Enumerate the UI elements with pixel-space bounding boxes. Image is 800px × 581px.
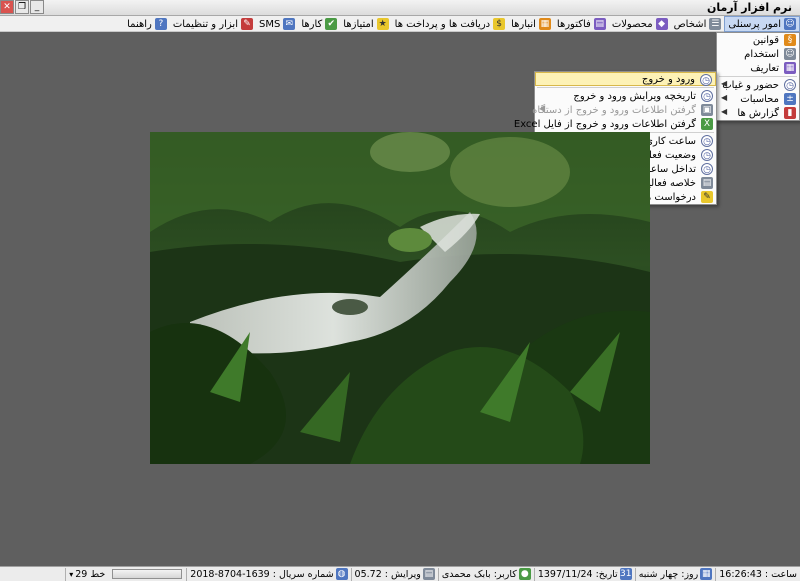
menu-item-9[interactable]: ✎ ابزار و تنظیمات <box>170 16 256 32</box>
user-icon: ● <box>518 568 531 580</box>
submenu-arrow-icon: ◀ <box>539 104 546 113</box>
personnel-menu-item-1[interactable]: ☺ استخدام <box>717 47 799 61</box>
menu-item-label: راهنما <box>127 18 152 30</box>
star-icon: ★ <box>376 18 389 30</box>
clock-icon: ◷ <box>701 149 713 161</box>
menu-separator <box>537 87 714 88</box>
menu-item-label: گرفتن اطلاعات ورود و خروج از فایل Excel <box>513 118 696 130</box>
status-serial: ◍ شماره سریال : 1639-8704-2018 <box>186 567 350 581</box>
box-icon: ◆ <box>655 18 668 30</box>
menu-item-label: تعاریف <box>750 62 779 74</box>
attendance-menu-item-3[interactable]: X گرفتن اطلاعات ورود و خروج از فایل Excel <box>514 117 716 131</box>
invoice-icon: ▤ <box>593 18 606 30</box>
personnel-menu-item-5[interactable]: ▮ گزارش ها ◀ <box>717 106 799 120</box>
status-version: ▤ ویرایش : 05.72 <box>350 567 438 581</box>
menu-item-6[interactable]: ★ امتیازها <box>340 16 391 32</box>
attendance-menu-item-2: ▣ گرفتن اطلاعات ورود و خروج از دستگاه ◀ <box>532 103 716 117</box>
menu-item-1[interactable]: ☰ اشخاص <box>671 16 725 32</box>
personnel-menu-item-4[interactable]: ± محاسبات ◀ <box>717 92 799 106</box>
warehouse-icon: ▦ <box>538 18 551 30</box>
menu-item-label: گرفتن اطلاعات ورود و خروج از دستگاه <box>532 104 696 116</box>
globe-icon: ◍ <box>335 568 348 580</box>
menu-item-2[interactable]: ◆ محصولات <box>609 16 671 32</box>
menu-item-4[interactable]: ▦ انبارها <box>508 16 554 32</box>
version-icon: ▤ <box>422 568 435 580</box>
hire-icon: ☺ <box>784 48 796 60</box>
menu-item-label: حضور و غیاب <box>722 79 779 91</box>
menu-item-label: ورود و خروج <box>641 73 695 85</box>
close-button[interactable]: ✕ <box>0 0 14 14</box>
menu-item-10[interactable]: ? راهنما <box>124 16 170 32</box>
personnel-menu: § قوانین ☺ استخدام ▦ تعاریف ◷ حضور و غیاب ◀ ± محاس… <box>716 32 800 121</box>
window-controls: ✕ ❐ _ <box>0 0 44 16</box>
summary-icon: ▤ <box>701 177 713 189</box>
menu-item-label: محصولات <box>611 18 653 30</box>
status-day: ▦ روز: چهار شنبه <box>634 567 716 581</box>
status-user: ● کاربر: بابک محمدی <box>437 567 534 581</box>
personnel-menu-item-3[interactable]: ◷ حضور و غیاب ◀ <box>717 78 799 92</box>
progress-bar <box>112 569 183 579</box>
calendar-31-icon: 31 <box>619 568 632 580</box>
submenu-arrow-icon: ◀ <box>721 107 728 116</box>
menu-item-7[interactable]: ✔ کارها <box>298 16 340 32</box>
menu-item-label: استخدام <box>744 48 779 60</box>
coins-icon: $ <box>493 18 506 30</box>
window-title: نرم افزار آرمان <box>706 1 792 14</box>
menu-item-label: ابزار و تنظیمات <box>172 18 238 30</box>
attendance-icon: ◷ <box>784 79 796 91</box>
menu-item-label: SMS <box>259 18 281 30</box>
menu-item-label: فاکتورها <box>556 18 591 30</box>
menu-item-label: محاسبات <box>740 93 779 105</box>
restore-button[interactable]: ❐ <box>15 0 29 14</box>
status-bar: ساعت : 16:26:43 ▦ روز: چهار شنبه 31 تاریخ:… <box>0 566 800 581</box>
definitions-icon: ▦ <box>784 62 796 74</box>
menu-item-label: اشخاص <box>673 18 707 30</box>
status-time: ساعت : 16:26:43 <box>715 567 800 581</box>
minimize-button[interactable]: _ <box>30 0 44 14</box>
submenu-arrow-icon: ◀ <box>721 93 728 102</box>
menu-item-label: گزارش ها <box>737 107 779 119</box>
personnel-menu-item-2[interactable]: ▦ تعاریف <box>717 61 799 75</box>
tasks-icon: ✔ <box>325 18 338 30</box>
menu-separator <box>719 76 797 77</box>
calendar-icon: ▦ <box>700 568 713 580</box>
calculator-icon: ± <box>784 93 796 105</box>
request-icon: ✎ <box>701 191 713 203</box>
menu-item-label: امور پرسنلی <box>728 18 781 30</box>
menu-item-label: انبارها <box>511 18 536 30</box>
rules-icon: § <box>784 34 796 46</box>
menu-item-label: تاریخچه ویرایش ورود و خروج <box>573 90 696 102</box>
title-bar: ✕ ❐ _ نرم افزار آرمان <box>0 0 800 16</box>
menu-item-label: دریافت ها و پرداخت ها <box>394 18 491 30</box>
history-icon: ◷ <box>701 90 713 102</box>
menu-item-3[interactable]: ▤ فاکتورها <box>554 16 609 32</box>
background-photo <box>150 132 650 464</box>
excel-icon: X <box>701 118 713 130</box>
clock-icon: ◷ <box>700 74 712 86</box>
clock-icon: ◷ <box>701 163 713 175</box>
report-icon: ▮ <box>784 107 796 119</box>
personnel-menu-item-0[interactable]: § قوانین <box>717 33 799 47</box>
menu-item-5[interactable]: $ دریافت ها و پرداخت ها <box>392 16 508 32</box>
chevron-down-icon: ▾ <box>69 569 74 579</box>
menu-item-label: امتیازها <box>343 18 374 30</box>
status-line: خط 29 ▾ <box>65 567 108 581</box>
menu-item-label: قوانین <box>752 34 779 46</box>
people-icon: ☺ <box>784 18 796 30</box>
attendance-menu-item-0[interactable]: ◷ ورود و خروج <box>535 72 716 86</box>
menu-item-0[interactable]: ☺ امور پرسنلی <box>724 16 800 32</box>
tools-icon: ✎ <box>241 18 253 30</box>
attendance-menu-item-1[interactable]: ◷ تاریخچه ویرایش ورود و خروج <box>535 89 716 103</box>
menu-item-label: کارها <box>301 18 323 30</box>
status-date: 31 تاریخ: 1397/11/24 <box>533 567 635 581</box>
clock-icon: ◷ <box>701 135 713 147</box>
menu-bar: ☺ امور پرسنلی ☰ اشخاص ◆ محصولات ▤ فاکتورها ▦ انبا… <box>0 16 800 32</box>
forest-stream-image <box>150 132 650 464</box>
submenu-arrow-icon: ◀ <box>721 79 728 88</box>
sms-icon: ✉ <box>283 18 296 30</box>
device-icon: ▣ <box>701 104 713 116</box>
contacts-icon: ☰ <box>709 18 722 30</box>
help-icon: ? <box>154 18 167 30</box>
menu-item-8[interactable]: ✉ SMS <box>256 16 298 32</box>
